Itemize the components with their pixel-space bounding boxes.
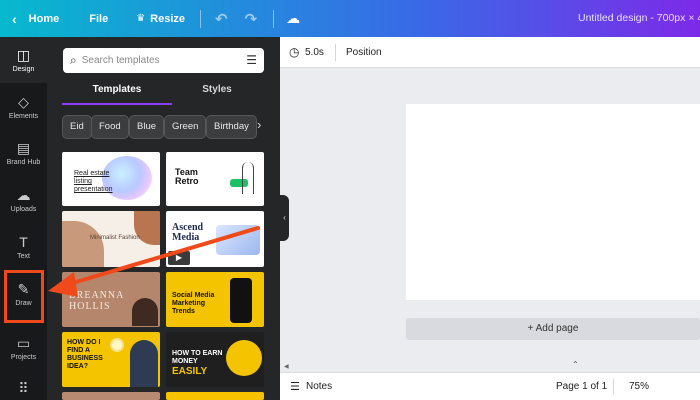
undo-icon[interactable]: ↶ [215, 0, 228, 37]
rail-item-uploads[interactable]: ☁ Uploads [0, 177, 47, 223]
side-rail: ◫ Design ◇ Elements ▤ Brand Hub ☁ Upload… [0, 37, 47, 400]
shapes-icon: ◇ [18, 93, 29, 110]
template-thumbnail[interactable]: Team Retro [166, 152, 264, 206]
play-icon: ▶ [168, 251, 190, 265]
rail-item-label: Uploads [10, 205, 37, 213]
tab-styles[interactable]: Styles [162, 84, 272, 95]
template-thumbnail[interactable]: Minimalist Fashion [62, 211, 160, 267]
rail-item-label: Text [17, 252, 30, 260]
rail-item-text[interactable]: T Text [0, 224, 47, 270]
home-label: Home [28, 12, 60, 25]
thumbnail-text: BREANNA HOLLIS [69, 290, 124, 312]
rail-item-label: Design [12, 65, 35, 73]
position-button[interactable]: Position [346, 47, 382, 58]
duration-button[interactable]: 5.0s [305, 47, 324, 58]
top-bar: ‹ Home File ♛ Resize ↶ ↷ ☁ Untitled desi… [0, 0, 700, 37]
plant-illustration [132, 298, 158, 326]
page-count[interactable]: Page 1 of 1 [556, 381, 607, 392]
phone-image [230, 278, 252, 323]
apps-grid-icon: ⠿ [18, 380, 29, 396]
person-illustration [242, 162, 254, 194]
decor-circle [226, 340, 262, 376]
chevron-right-icon[interactable]: › [257, 117, 261, 132]
filter-icon[interactable]: ☰ [246, 53, 257, 67]
thumbnail-text: EASILY [172, 366, 208, 377]
chip-blue[interactable]: Blue [129, 115, 165, 139]
people-illustration [216, 225, 260, 255]
rail-item-brand-hub[interactable]: ▤ Brand Hub [0, 130, 47, 176]
draw-highlight-box [4, 270, 44, 323]
thumbnail-text: Minimalist Fashion [90, 235, 140, 241]
cloud-upload-icon: ☁ [16, 186, 31, 203]
person-photo [130, 340, 158, 387]
thumbnail-text: HOW TO EARN MONEY [172, 350, 223, 365]
thumbnail-text: Team Retro [175, 167, 199, 186]
horizontal-scrollbar[interactable]: ◀ ⌃ [280, 360, 700, 372]
rail-item-projects[interactable]: ▭ Projects [0, 325, 47, 371]
thumbnail-text: HOW DO I FIND A BUSINESS IDEA? [67, 339, 103, 370]
template-thumbnail[interactable] [62, 392, 160, 400]
scroll-left-icon[interactable]: ◀ [284, 363, 289, 370]
toolbar-divider [200, 9, 202, 28]
tab-templates[interactable]: Templates [62, 84, 172, 95]
toolbar-divider [335, 44, 336, 61]
file-menu-button[interactable]: File [89, 0, 108, 37]
cloud-save-icon[interactable]: ☁ [286, 0, 300, 37]
template-thumbnail[interactable]: Ascend Media ▶ [166, 211, 264, 267]
template-thumbnail[interactable]: Real estate listing presentation [62, 152, 160, 206]
search-icon: ⌕ [70, 53, 77, 67]
layout-icon: ◫ [16, 46, 31, 63]
add-page-button[interactable]: + Add page [406, 318, 700, 340]
chip-green[interactable]: Green [164, 115, 207, 139]
rail-item-label: Projects [10, 353, 37, 361]
rail-item-apps[interactable]: ⠿ [0, 367, 47, 400]
decor-shape [62, 221, 104, 267]
text-icon: T [19, 233, 28, 250]
template-thumbnail[interactable]: HOW DO I FIND A BUSINESS IDEA? [62, 332, 160, 387]
resize-button[interactable]: ♛ Resize [136, 0, 185, 37]
editor-area: ◷ 5.0s Position + Add page ◀ ⌃ ☰ Notes P… [280, 37, 700, 400]
footer-divider [613, 379, 614, 395]
design-title[interactable]: Untitled design - 700px × 400px [578, 0, 700, 37]
template-thumbnail[interactable]: HOW TO EARN MONEY EASILY [166, 332, 264, 387]
template-thumbnail[interactable]: Social Media Marketing Trends [166, 272, 264, 327]
thumbnail-text: Social Media Marketing Trends [172, 292, 215, 315]
rail-item-design[interactable]: ◫ Design [0, 37, 47, 83]
brand-hub-icon: ▤ [16, 139, 31, 156]
notes-icon[interactable]: ☰ [290, 380, 300, 393]
templates-panel: ⌕ ☰ Templates Styles Eid Food Blue Green… [47, 37, 280, 400]
chip-birthday[interactable]: Birthday [206, 115, 257, 139]
footer-bar: ☰ Notes Page 1 of 1 75% [280, 372, 700, 400]
template-thumbnail[interactable] [166, 392, 264, 400]
clock-icon[interactable]: ◷ [289, 45, 299, 59]
search-box: ⌕ ☰ [63, 48, 264, 73]
toolbar-divider [273, 9, 275, 28]
crown-icon: ♛ [136, 13, 146, 24]
lightbulb-icon [110, 338, 124, 352]
rail-item-elements[interactable]: ◇ Elements [0, 84, 47, 130]
active-tab-indicator [62, 103, 172, 105]
collapse-panel-icon[interactable]: ‹ [280, 195, 289, 241]
notes-button[interactable]: Notes [306, 381, 332, 392]
search-input[interactable] [81, 55, 232, 66]
thumbnail-text: Real estate listing presentation [74, 170, 113, 193]
rail-item-label: Brand Hub [6, 158, 41, 166]
folder-icon: ▭ [16, 334, 31, 351]
design-page[interactable] [406, 104, 700, 300]
template-thumbnail[interactable]: BREANNA HOLLIS [62, 272, 160, 327]
chip-food[interactable]: Food [91, 115, 129, 139]
home-button[interactable]: ‹ Home [12, 0, 59, 37]
redo-icon[interactable]: ↷ [245, 0, 258, 37]
resize-label: Resize [150, 12, 186, 25]
thumbnail-text: Ascend Media [172, 222, 204, 243]
context-toolbar: ◷ 5.0s Position [280, 37, 700, 68]
chevron-left-icon: ‹ [12, 10, 17, 27]
rail-item-label: Elements [8, 112, 39, 120]
chip-eid[interactable]: Eid [62, 115, 92, 139]
chevron-up-icon[interactable]: ⌃ [572, 360, 579, 369]
zoom-level[interactable]: 75% [629, 381, 649, 392]
